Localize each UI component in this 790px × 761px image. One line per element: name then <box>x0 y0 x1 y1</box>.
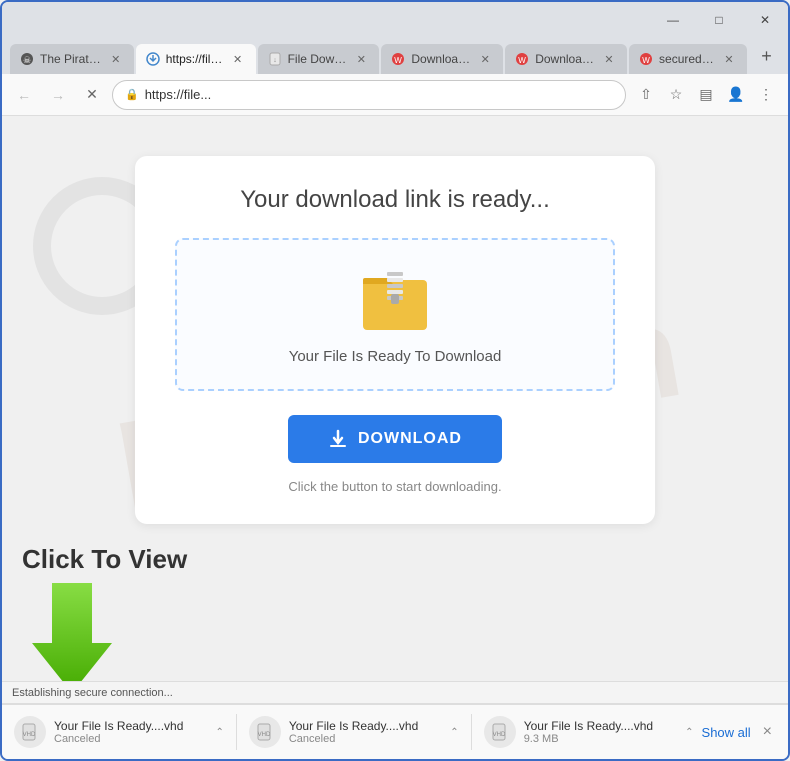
tab-download2-close[interactable]: ✕ <box>601 51 617 67</box>
menu-button[interactable]: ⋮ <box>752 81 780 109</box>
address-bar: ← → ✕ 🔒 https://file... ⇧ ☆ ▤ 👤 ⋮ <box>2 74 788 116</box>
tab-filedown-label: https://file... <box>166 52 224 66</box>
svg-text:VHD: VHD <box>23 732 36 738</box>
window-controls: ― □ ✕ <box>650 2 788 38</box>
svg-text:↓: ↓ <box>273 57 277 64</box>
tab-filedown2-close[interactable]: ✕ <box>353 51 369 67</box>
download2-tab-icon: W <box>515 52 529 66</box>
extensions-button[interactable]: ▤ <box>692 81 720 109</box>
downloads-bar-close-button[interactable]: × <box>759 719 776 745</box>
tab-secured[interactable]: W securedd... ✕ <box>629 44 747 74</box>
new-tab-button[interactable]: + <box>753 42 780 70</box>
svg-text:☠: ☠ <box>23 55 31 65</box>
file-icon-3: VHD <box>491 723 509 741</box>
dl-name-1: Your File Is Ready....vhd <box>54 719 207 733</box>
status-bar: Establishing secure connection... <box>2 681 788 703</box>
download-item-1: VHD Your File Is Ready....vhd Canceled ⌃ <box>14 716 224 748</box>
filedown-tab-icon <box>146 52 160 66</box>
close-button[interactable]: ✕ <box>742 2 788 38</box>
dl-icon-3: VHD <box>484 716 516 748</box>
file-ready-text: Your File Is Ready To Download <box>197 348 593 365</box>
pirate-tab-icon: ☠ <box>20 52 34 66</box>
maximize-button[interactable]: □ <box>696 2 742 38</box>
reload-button[interactable]: ✕ <box>78 81 106 109</box>
download1-tab-icon: W <box>391 52 405 66</box>
tab-filedown2[interactable]: ↓ File Down... ✕ <box>258 44 380 74</box>
tab-secured-label: securedd... <box>659 52 715 66</box>
svg-text:VHD: VHD <box>492 732 505 738</box>
svg-text:VHD: VHD <box>258 732 271 738</box>
favorite-button[interactable]: ☆ <box>662 81 690 109</box>
minimize-button[interactable]: ― <box>650 2 696 38</box>
dl-chevron-1[interactable]: ⌃ <box>215 727 223 738</box>
tab-pirate-label: The Pirate... <box>40 52 102 66</box>
dl-status-2: Canceled <box>289 733 442 745</box>
tab-download1[interactable]: W Download... ✕ <box>381 44 503 74</box>
dl-chevron-2[interactable]: ⌃ <box>450 727 458 738</box>
toolbar-right: ⇧ ☆ ▤ 👤 ⋮ <box>632 81 780 109</box>
main-card: Your download link is ready... <box>135 156 655 524</box>
download-item-2: VHD Your File Is Ready....vhd Canceled ⌃ <box>249 716 459 748</box>
download-icon <box>328 429 348 449</box>
dl-status-3: 9.3 MB <box>524 733 677 745</box>
dl-name-2: Your File Is Ready....vhd <box>289 719 442 733</box>
status-text: Establishing secure connection... <box>12 687 173 699</box>
download-button-label: DOWNLOAD <box>358 430 462 448</box>
tab-download1-close[interactable]: ✕ <box>477 51 493 67</box>
filedown2-tab-icon: ↓ <box>268 52 282 66</box>
tab-filedown2-label: File Down... <box>288 52 348 66</box>
click-to-view-text: Click To View <box>22 544 788 575</box>
dl-info-2: Your File Is Ready....vhd Canceled <box>289 719 442 745</box>
tab-download2-label: Download... <box>535 52 595 66</box>
address-text: https://file... <box>145 87 211 102</box>
file-icon-2: VHD <box>256 723 274 741</box>
svg-text:W: W <box>642 56 650 65</box>
click-to-view-section: Click To View <box>22 544 788 681</box>
download-hint: Click the button to start downloading. <box>175 479 615 494</box>
tab-download2[interactable]: W Download... ✕ <box>505 44 627 74</box>
address-input-wrapper[interactable]: 🔒 https://file... <box>112 80 626 110</box>
dl-icon-1: VHD <box>14 716 46 748</box>
dl-status-1: Canceled <box>54 733 207 745</box>
tab-filedown-close[interactable]: ✕ <box>230 51 246 67</box>
dl-info-3: Your File Is Ready....vhd 9.3 MB <box>524 719 677 745</box>
back-button[interactable]: ← <box>10 81 38 109</box>
download-button[interactable]: DOWNLOAD <box>288 415 502 463</box>
card-title: Your download link is ready... <box>175 186 615 214</box>
lock-icon: 🔒 <box>125 88 139 101</box>
tab-download1-label: Download... <box>411 52 471 66</box>
zip-file-icon <box>359 264 431 336</box>
show-all-button[interactable]: Show all <box>702 725 751 740</box>
dl-icon-2: VHD <box>249 716 281 748</box>
tab-secured-close[interactable]: ✕ <box>721 51 737 67</box>
dl-chevron-3[interactable]: ⌃ <box>685 727 693 738</box>
dl-divider-2 <box>471 714 472 750</box>
forward-button[interactable]: → <box>44 81 72 109</box>
tab-pirate[interactable]: ☠ The Pirate... ✕ <box>10 44 134 74</box>
tab-pirate-close[interactable]: ✕ <box>108 51 124 67</box>
dl-name-3: Your File Is Ready....vhd <box>524 719 677 733</box>
secured-tab-icon: W <box>639 52 653 66</box>
dl-divider-1 <box>236 714 237 750</box>
arrow-down-icon <box>32 583 112 681</box>
downloads-bar: VHD Your File Is Ready....vhd Canceled ⌃… <box>2 703 788 759</box>
title-bar: ― □ ✕ <box>2 2 788 38</box>
tab-filedown[interactable]: https://file... ✕ <box>136 44 256 74</box>
tabs-bar: ☠ The Pirate... ✕ https://file... ✕ ↓ Fi… <box>2 38 788 74</box>
share-button[interactable]: ⇧ <box>632 81 660 109</box>
svg-text:W: W <box>395 56 403 65</box>
profile-button[interactable]: 👤 <box>722 81 750 109</box>
download-item-3: VHD Your File Is Ready....vhd 9.3 MB ⌃ <box>484 716 694 748</box>
page-content: риск.com Your download link is ready... <box>2 116 788 681</box>
dl-info-1: Your File Is Ready....vhd Canceled <box>54 719 207 745</box>
svg-text:W: W <box>518 56 526 65</box>
file-preview-box: Your File Is Ready To Download <box>175 238 615 391</box>
file-icon-1: VHD <box>21 723 39 741</box>
browser-window: ― □ ✕ ☠ The Pirate... ✕ https://file... … <box>0 0 790 761</box>
